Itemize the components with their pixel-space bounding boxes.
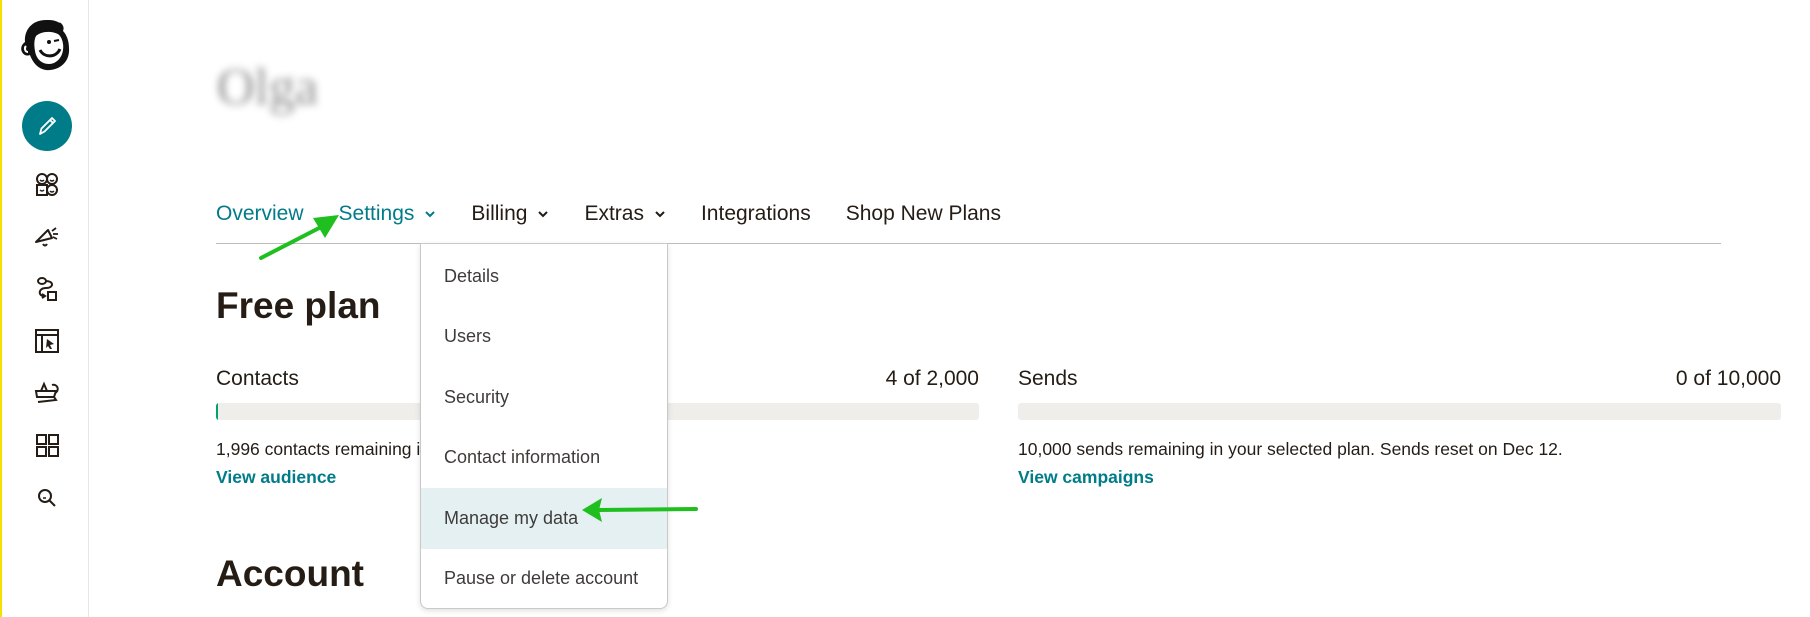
sidebar-item-automations[interactable] — [22, 264, 72, 314]
sends-description: 10,000 sends remaining in your selected … — [1018, 439, 1563, 459]
tab-integrations[interactable]: Integrations — [701, 202, 811, 226]
view-campaigns-link[interactable]: View campaigns — [1018, 467, 1154, 488]
menu-item-users[interactable]: Users — [421, 307, 667, 368]
tab-label: Overview — [216, 202, 304, 225]
mailchimp-logo[interactable] — [16, 14, 76, 76]
content-studio-icon — [34, 381, 59, 403]
sidebar-item-search[interactable] — [22, 473, 72, 523]
account-tabs: Overview Settings Billing Extras Integra… — [216, 202, 1036, 226]
settings-dropdown-menu: Details Users Security Contact informati… — [420, 243, 668, 609]
tab-billing[interactable]: Billing — [471, 202, 549, 226]
sidebar — [0, 0, 89, 617]
tab-label: Billing — [471, 202, 528, 225]
sidebar-item-content[interactable] — [22, 368, 72, 418]
pencil-icon — [39, 117, 56, 135]
tab-label: Shop New Plans — [845, 202, 1001, 225]
tab-overview[interactable]: Overview — [216, 202, 304, 226]
tab-label: Settings — [338, 202, 415, 225]
menu-item-contact-information[interactable]: Contact information — [421, 428, 667, 489]
sends-progress-bar — [1018, 403, 1781, 420]
sends-usage: Sends 0 of 10,000 10,000 sends remaining… — [1018, 365, 1781, 488]
menu-item-pause-or-delete-account[interactable]: Pause or delete account — [421, 549, 667, 610]
megaphone-icon — [35, 227, 58, 247]
chevron-down-icon — [537, 210, 549, 218]
sidebar-item-integrations[interactable] — [22, 420, 72, 470]
integrations-grid-icon — [36, 434, 59, 457]
menu-item-details[interactable]: Details — [421, 246, 667, 307]
plan-title: Free plan — [216, 285, 381, 326]
chevron-down-icon — [424, 210, 436, 218]
tab-extras[interactable]: Extras — [584, 202, 666, 226]
sidebar-item-campaigns[interactable] — [22, 212, 72, 262]
menu-item-security[interactable]: Security — [421, 367, 667, 428]
contacts-label: Contacts — [216, 367, 299, 390]
contacts-progress-fill — [216, 403, 218, 420]
audience-icon — [36, 173, 58, 196]
account-section-title: Account — [216, 553, 364, 594]
sidebar-item-website[interactable] — [22, 316, 72, 366]
account-name: Olga — [217, 59, 319, 116]
tab-label: Extras — [584, 202, 644, 225]
tab-settings[interactable]: Settings — [339, 202, 437, 226]
main-content: Olga Overview Settings Billing Extras In… — [90, 0, 1810, 617]
search-icon — [38, 489, 56, 507]
website-icon — [35, 329, 59, 353]
contacts-count: 4 of 2,000 — [885, 367, 979, 390]
automations-icon — [37, 277, 57, 301]
tab-label: Integrations — [700, 202, 811, 225]
tab-shop-new-plans[interactable]: Shop New Plans — [846, 202, 1001, 226]
sends-count: 0 of 10,000 — [1675, 367, 1781, 390]
view-audience-link[interactable]: View audience — [216, 467, 336, 488]
sends-label: Sends — [1018, 367, 1078, 390]
sidebar-item-create[interactable] — [22, 101, 72, 151]
menu-item-manage-my-data[interactable]: Manage my data — [421, 488, 667, 549]
chevron-down-icon — [654, 210, 666, 218]
sidebar-item-audience[interactable] — [22, 160, 72, 210]
